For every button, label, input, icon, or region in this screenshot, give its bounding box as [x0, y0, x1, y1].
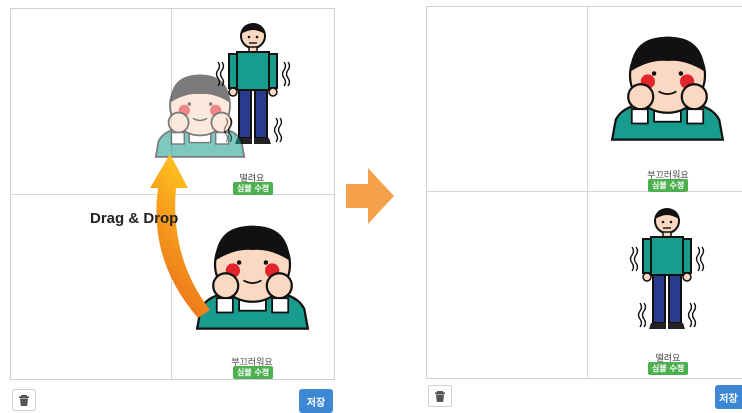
- save-button[interactable]: 저장: [715, 385, 742, 409]
- edit-symbol-badge[interactable]: 심볼 수정: [648, 362, 689, 375]
- delete-button[interactable]: [428, 385, 452, 407]
- edit-symbol-badge[interactable]: 심볼 수정: [648, 179, 689, 192]
- save-button[interactable]: 저장: [299, 389, 333, 413]
- drag-drop-caption: Drag & Drop: [90, 210, 179, 227]
- grid-divider-vertical: [587, 7, 588, 378]
- edit-symbol-badge[interactable]: 심볼 수정: [233, 182, 274, 195]
- transition-arrow-icon: [346, 168, 394, 224]
- grid-divider-horizontal: [427, 191, 742, 192]
- drag-arrow-icon: [150, 154, 210, 318]
- trash-icon: [435, 391, 445, 402]
- dragged-ghost-symbol[interactable]: [150, 70, 250, 158]
- delete-button[interactable]: [12, 389, 36, 411]
- trash-icon: [19, 395, 29, 406]
- trembling-person-symbol[interactable]: [629, 207, 705, 337]
- edit-symbol-badge[interactable]: 심볼 수정: [233, 366, 274, 379]
- embarrassed-face-symbol[interactable]: [605, 19, 730, 153]
